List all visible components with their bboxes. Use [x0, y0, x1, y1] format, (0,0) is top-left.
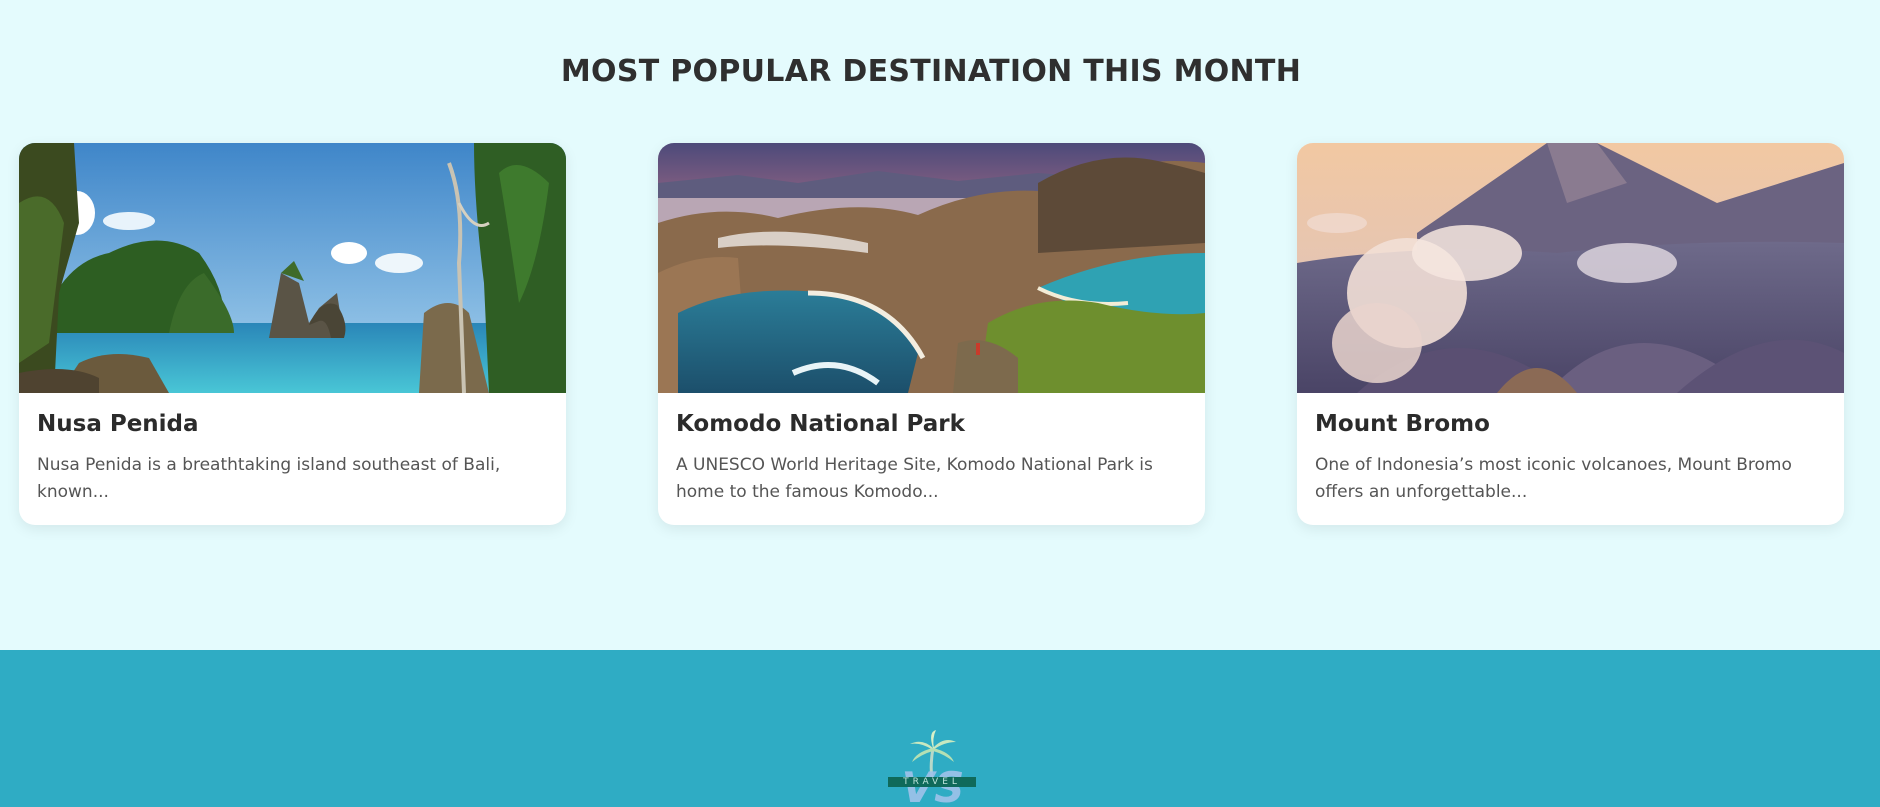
nusa-penida-image [19, 143, 566, 393]
logo-word: TRAVEL [903, 777, 961, 787]
destination-card-komodo[interactable]: Komodo National Park A UNESCO World Heri… [658, 143, 1205, 525]
card-title: Komodo National Park [676, 411, 965, 437]
komodo-national-park-image [658, 143, 1205, 393]
card-description: A UNESCO World Heritage Site, Komodo Nat… [676, 455, 1153, 502]
mount-bromo-image [1297, 143, 1844, 393]
section-title: MOST POPULAR DESTINATION THIS MONTH [560, 54, 1302, 89]
destination-card-mount-bromo[interactable]: Mount Bromo One of Indonesia’s most icon… [1297, 143, 1844, 525]
card-title: Nusa Penida [37, 411, 199, 437]
site-footer: VS TRAVEL [0, 650, 1880, 807]
card-description: One of Indonesia’s most iconic volcanoes… [1315, 455, 1792, 502]
destination-card-nusa-penida[interactable]: Nusa Penida Nusa Penida is a breathtakin… [19, 143, 566, 525]
card-description: Nusa Penida is a breathtaking island sou… [37, 455, 501, 502]
card-title: Mount Bromo [1315, 411, 1490, 437]
popular-destinations-section: MOST POPULAR DESTINATION THIS MONTH Nusa… [0, 0, 1880, 650]
